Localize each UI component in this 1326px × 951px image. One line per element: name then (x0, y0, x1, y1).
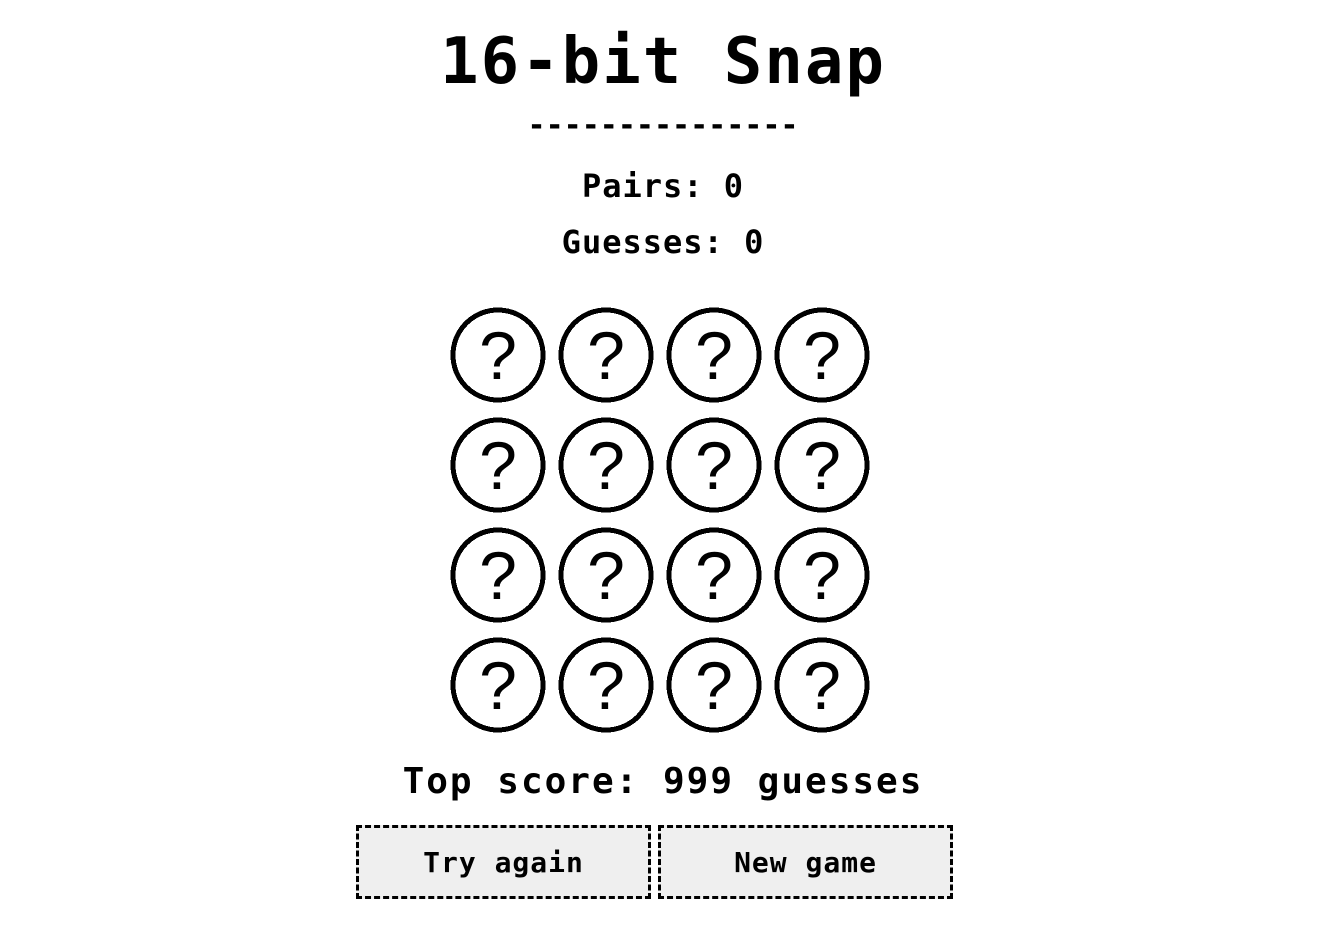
question-mark-icon: ? (450, 637, 546, 733)
memory-card[interactable]: ? (660, 300, 768, 410)
card-face-text: ? (479, 428, 517, 504)
question-mark-icon: ? (666, 417, 762, 513)
card-face-text: ? (479, 318, 517, 394)
card-face-text: ? (803, 648, 841, 724)
card-face-text: ? (695, 648, 733, 724)
question-mark-icon: ? (774, 307, 870, 403)
card-face-text: ? (803, 428, 841, 504)
question-mark-icon: ? (774, 417, 870, 513)
memory-card[interactable]: ? (660, 630, 768, 740)
pairs-counter: Pairs: 0 (581, 167, 745, 205)
card-face-text: ? (803, 318, 841, 394)
question-mark-icon: ? (666, 527, 762, 623)
button-row: Try again New game (356, 825, 966, 905)
new-game-button[interactable]: New game (658, 825, 953, 899)
question-mark-icon: ? (450, 527, 546, 623)
card-face-text: ? (695, 318, 733, 394)
memory-card[interactable]: ? (444, 630, 552, 740)
question-mark-icon: ? (666, 307, 762, 403)
card-face-text: ? (587, 648, 625, 724)
memory-card[interactable]: ? (768, 630, 876, 740)
question-mark-icon: ? (450, 307, 546, 403)
card-face-text: ? (803, 538, 841, 614)
card-grid: ???????????????? (444, 300, 876, 733)
memory-card[interactable]: ? (768, 520, 876, 630)
card-face-text: ? (695, 428, 733, 504)
question-mark-icon: ? (666, 637, 762, 733)
question-mark-icon: ? (558, 527, 654, 623)
memory-card[interactable]: ? (444, 520, 552, 630)
memory-card[interactable]: ? (444, 410, 552, 520)
memory-card[interactable]: ? (660, 410, 768, 520)
card-face-text: ? (587, 538, 625, 614)
memory-card[interactable]: ? (768, 410, 876, 520)
game-title: 16-bit Snap (440, 25, 886, 99)
card-face-text: ? (695, 538, 733, 614)
question-mark-icon: ? (558, 417, 654, 513)
memory-card[interactable]: ? (552, 520, 660, 630)
question-mark-icon: ? (774, 527, 870, 623)
title-divider: --------------- (527, 108, 799, 143)
memory-card[interactable]: ? (444, 300, 552, 410)
card-face-text: ? (479, 538, 517, 614)
question-mark-icon: ? (558, 307, 654, 403)
card-face-text: ? (587, 428, 625, 504)
guesses-counter: Guesses: 0 (561, 223, 765, 261)
question-mark-icon: ? (774, 637, 870, 733)
try-again-button[interactable]: Try again (356, 825, 651, 899)
question-mark-icon: ? (558, 637, 654, 733)
memory-card[interactable]: ? (552, 300, 660, 410)
card-face-text: ? (587, 318, 625, 394)
card-face-text: ? (479, 648, 517, 724)
memory-card[interactable]: ? (660, 520, 768, 630)
memory-card[interactable]: ? (768, 300, 876, 410)
question-mark-icon: ? (450, 417, 546, 513)
memory-card[interactable]: ? (552, 410, 660, 520)
memory-card[interactable]: ? (552, 630, 660, 740)
top-score: Top score: 999 guesses (402, 761, 924, 802)
